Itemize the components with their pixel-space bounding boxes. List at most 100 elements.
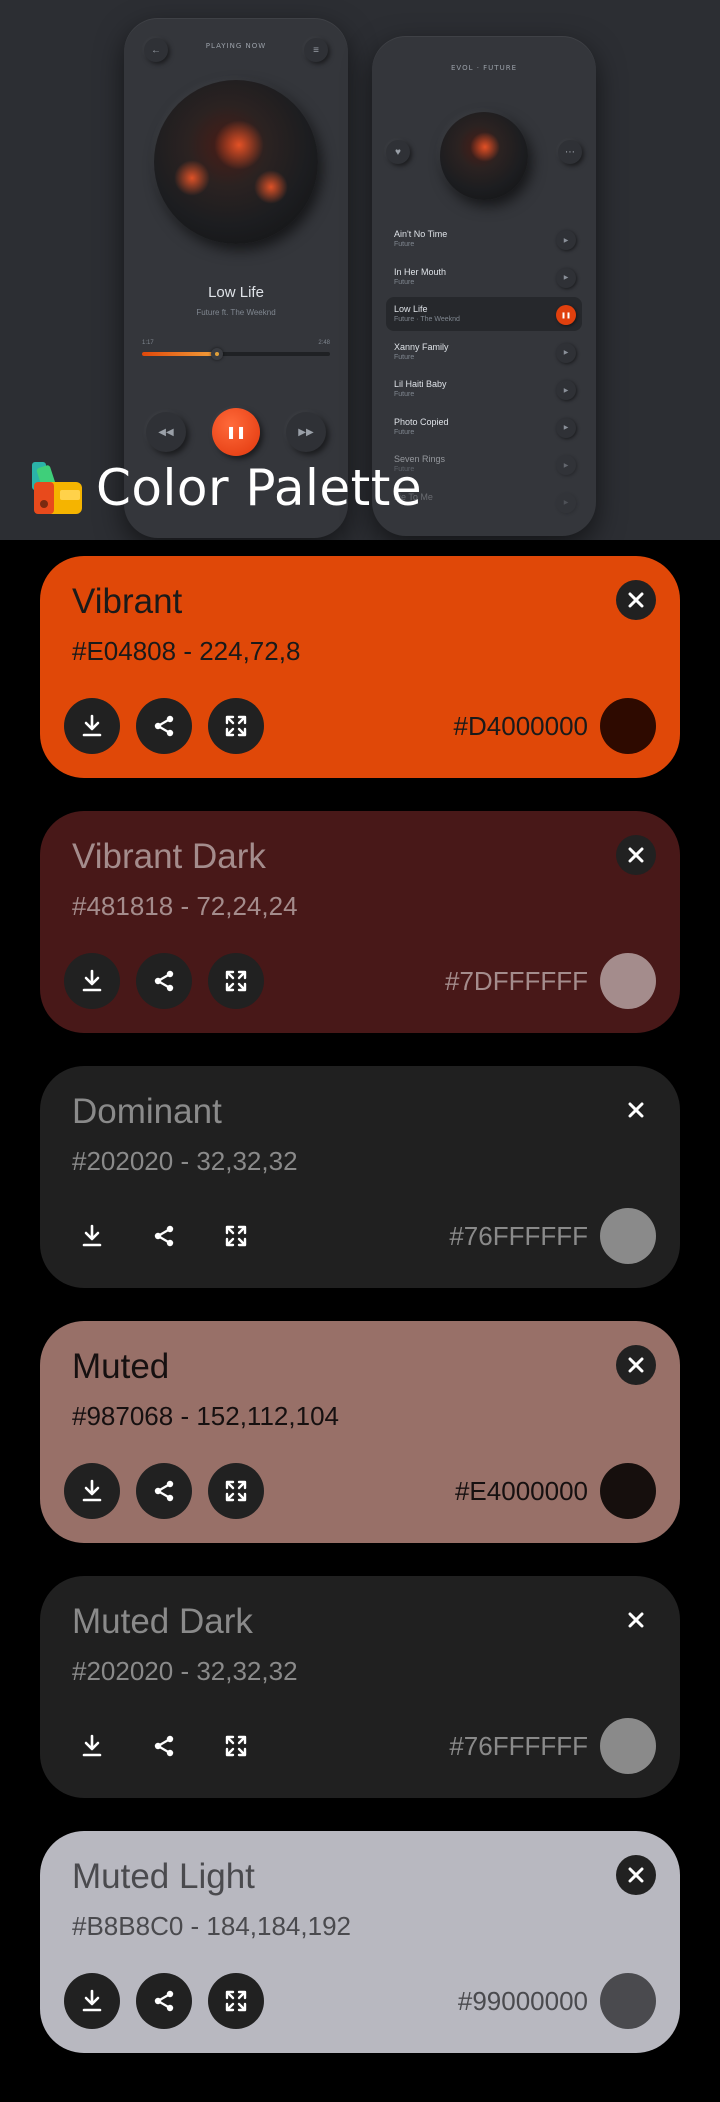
close-button[interactable] — [616, 1090, 656, 1130]
close-button[interactable] — [616, 835, 656, 875]
swatch-name: Muted Light — [72, 1857, 255, 1896]
text-color-swatch[interactable] — [600, 1208, 656, 1264]
playlist-album-art — [440, 112, 528, 200]
progress-track — [142, 348, 330, 360]
expand-icon — [224, 1224, 248, 1248]
fast-forward-icon: ▶▶ — [286, 412, 326, 452]
download-icon — [81, 1734, 103, 1758]
expand-button[interactable] — [208, 1208, 264, 1264]
expand-icon — [224, 1479, 248, 1503]
text-color-code: #D4000000 — [453, 711, 588, 741]
palette-card: Muted #987068 - 152,112,104 #E4000000 — [40, 1321, 680, 1543]
text-color-swatch[interactable] — [600, 1973, 656, 2029]
share-icon — [152, 1224, 176, 1248]
playlist-item-name: In Her Mouth — [394, 266, 447, 277]
progress-knob — [211, 348, 224, 360]
text-color-code: #76FFFFFF — [449, 1731, 588, 1761]
playlist-item: Low Life Future · The Weeknd ❚❚ — [386, 297, 582, 331]
share-button[interactable] — [136, 1973, 192, 2029]
close-button[interactable] — [616, 1345, 656, 1385]
more-icon: ⋯ — [558, 140, 582, 164]
share-icon — [152, 1479, 176, 1503]
pause-icon: ❚❚ — [212, 408, 260, 456]
playlist-item-artist: Future — [394, 241, 415, 248]
playlist-item: In Her Mouth Future ▶ — [386, 260, 582, 294]
card-actions — [64, 698, 264, 754]
palette-card: Dominant #202020 - 32,32,32 #76FFFFFF — [40, 1066, 680, 1288]
song-title: Low Life — [208, 284, 264, 301]
close-button[interactable] — [616, 1855, 656, 1895]
share-icon — [152, 1734, 176, 1758]
close-button[interactable] — [616, 1600, 656, 1640]
expand-button[interactable] — [208, 1718, 264, 1774]
expand-icon — [224, 1989, 248, 2013]
close-button[interactable] — [616, 580, 656, 620]
play-icon: ▶ — [556, 230, 576, 250]
download-button[interactable] — [64, 698, 120, 754]
share-button[interactable] — [136, 698, 192, 754]
expand-button[interactable] — [208, 698, 264, 754]
close-icon — [627, 1866, 645, 1884]
card-actions — [64, 1208, 264, 1264]
close-icon — [627, 1611, 645, 1629]
play-icon: ▶ — [556, 417, 576, 438]
swatch-name: Muted — [72, 1347, 170, 1386]
share-button[interactable] — [136, 1463, 192, 1519]
close-icon — [627, 1356, 645, 1374]
playlist-item: Ain't No Time Future ▶ — [386, 222, 582, 256]
swatch-name: Vibrant Dark — [72, 837, 266, 876]
close-icon — [627, 1101, 645, 1119]
rewind-icon: ◀◀ — [146, 412, 186, 452]
app-title: Color Palette — [96, 459, 423, 517]
download-button[interactable] — [64, 953, 120, 1009]
text-color-code: #7DFFFFFF — [445, 966, 588, 996]
palette-card: Muted Light #B8B8C0 - 184,184,192 #9900000… — [40, 1831, 680, 2053]
heart-icon: ♥ — [386, 140, 410, 164]
app-brand: Color Palette — [30, 458, 422, 518]
progress-fill — [142, 352, 218, 356]
share-icon — [152, 1989, 176, 2013]
download-button[interactable] — [64, 1208, 120, 1264]
swatch-hex-rgb: #202020 - 32,32,32 — [72, 1656, 298, 1686]
text-color-code: #E4000000 — [454, 1476, 588, 1506]
share-icon — [152, 969, 176, 993]
share-button[interactable] — [136, 953, 192, 1009]
time-elapsed: 1:17 — [142, 340, 154, 346]
download-button[interactable] — [64, 1463, 120, 1519]
text-color-swatch[interactable] — [600, 1463, 656, 1519]
expand-button[interactable] — [208, 1973, 264, 2029]
play-icon: ▶ — [556, 342, 576, 363]
swatch-hex-rgb: #E04808 - 224,72,8 — [72, 636, 301, 666]
playlist-item: Lil Haiti Baby Future ▶ — [386, 372, 582, 406]
expand-button[interactable] — [208, 1463, 264, 1519]
song-artist: Future ft. The Weeknd — [196, 308, 276, 317]
swatch-name: Vibrant — [72, 582, 183, 621]
text-color-swatch[interactable] — [600, 1718, 656, 1774]
play-icon: ▶ — [556, 267, 576, 288]
download-icon — [81, 1989, 103, 2013]
share-button[interactable] — [136, 1718, 192, 1774]
download-button[interactable] — [64, 1973, 120, 2029]
close-icon — [627, 591, 645, 609]
playlist-item-artist: Future — [394, 353, 415, 361]
playlist-item: Xanny Family Future ▶ — [386, 335, 582, 369]
text-color-swatch[interactable] — [600, 953, 656, 1009]
card-actions — [64, 1973, 264, 2029]
playlist-item-artist: Future — [394, 428, 415, 436]
palette-card: Vibrant Dark #481818 - 72,24,24 #7DFFFFFF — [40, 811, 680, 1033]
text-color-code: #76FFFFFF — [449, 1221, 588, 1251]
text-color-swatch[interactable] — [600, 698, 656, 754]
time-total: 2:48 — [318, 340, 330, 346]
expand-icon — [224, 714, 248, 738]
share-icon — [152, 714, 176, 738]
download-icon — [81, 1224, 103, 1248]
expand-button[interactable] — [208, 953, 264, 1009]
swatch-hex-rgb: #202020 - 32,32,32 — [72, 1146, 298, 1176]
download-icon — [81, 969, 103, 993]
palette-card: Muted Dark #202020 - 32,32,32 #76FFFFFF — [40, 1576, 680, 1798]
share-button[interactable] — [136, 1208, 192, 1264]
playlist-item-name: Xanny Family — [394, 341, 449, 352]
download-button[interactable] — [64, 1718, 120, 1774]
header-image: ← PLAYING NOW ≡ Low Life Future ft. The … — [0, 0, 720, 540]
playlist-item-name: Ain't No Time — [394, 229, 448, 239]
